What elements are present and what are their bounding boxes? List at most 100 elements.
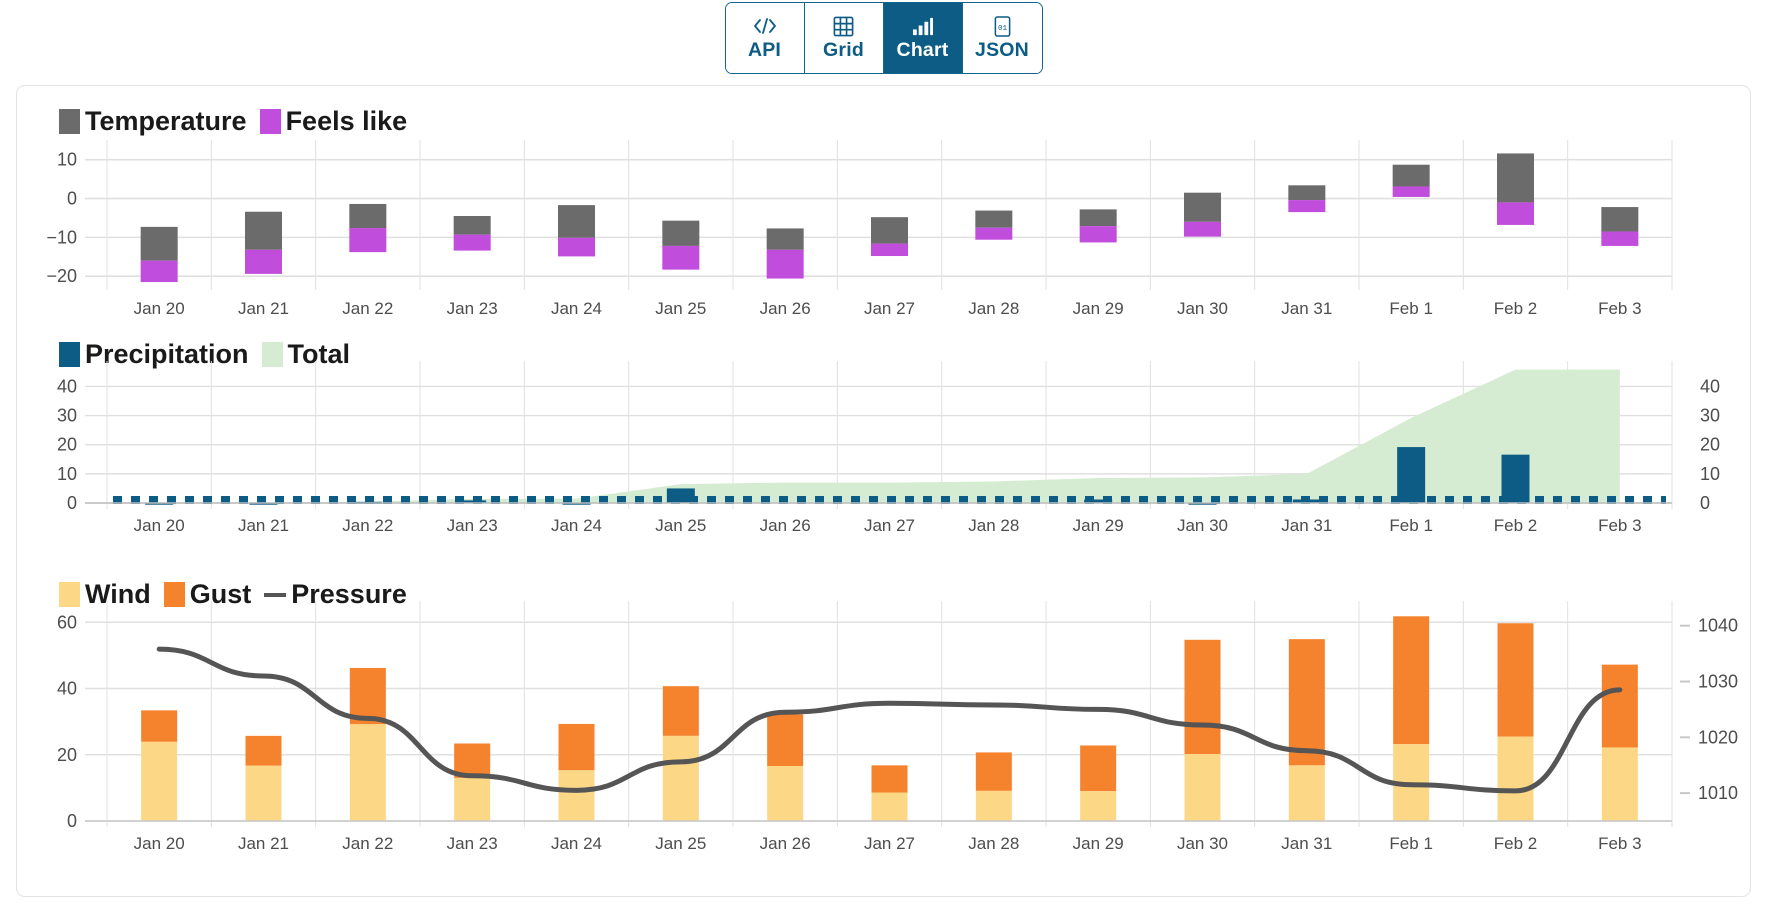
tab-api[interactable]: API: [725, 3, 805, 73]
x-axis-tick-label: Jan 31: [1281, 299, 1332, 318]
gust-bar[interactable]: [1288, 639, 1325, 766]
gust-bar[interactable]: [245, 735, 282, 766]
wind-bar[interactable]: [349, 724, 386, 821]
temperature-bar[interactable]: [871, 217, 908, 244]
y-axis-tick-label: 30: [57, 406, 77, 426]
json-file-icon: 01: [993, 15, 1012, 37]
feels-like-bar[interactable]: [1184, 221, 1221, 237]
x-axis-tick-label: Feb 2: [1494, 299, 1537, 318]
x-axis-tick-label: Jan 31: [1281, 834, 1332, 853]
tab-json[interactable]: 01 JSON: [962, 3, 1042, 73]
gust-bar[interactable]: [767, 714, 804, 767]
wind-bar[interactable]: [141, 741, 178, 821]
precipitation-chart-plot: 40 40 30 30 20 20 10 10 0 0 Jan 20 Jan 21 Jan 22 Jan …: [57, 361, 1720, 535]
x-axis-tick-label: Jan 24: [551, 299, 602, 318]
temperature-bar[interactable]: [349, 203, 387, 229]
feels-like-bar[interactable]: [1497, 202, 1534, 225]
feels-like-bar[interactable]: [975, 227, 1013, 240]
wind-panel: Wind Gust Pressure 60 40 20 0 1040 1030 1020 10…: [17, 571, 1750, 891]
gust-bar[interactable]: [1080, 745, 1117, 792]
temperature-panel: Temperature Feels like 10 0 −10 −20 Jan 20 Ja…: [17, 96, 1750, 331]
bar-chart-icon: [911, 15, 934, 37]
x-axis-tick-label: Jan 24: [551, 516, 602, 535]
wind-bar[interactable]: [245, 765, 282, 821]
wind-bar[interactable]: [662, 735, 699, 821]
x-axis-tick-label: Jan 23: [447, 299, 498, 318]
temperature-bar[interactable]: [245, 211, 282, 250]
wind-bar[interactable]: [1497, 736, 1534, 821]
tab-chart-label: Chart: [896, 39, 949, 62]
feels-like-bar[interactable]: [140, 260, 178, 283]
temperature-bar[interactable]: [1288, 185, 1326, 201]
gust-bar[interactable]: [1497, 623, 1534, 737]
wind-bar[interactable]: [871, 792, 908, 821]
x-axis-tick-label: Jan 20: [134, 516, 185, 535]
x-axis-tick-label: Feb 1: [1389, 299, 1432, 318]
y2-axis-tick-label: 1020: [1698, 727, 1738, 747]
feels-like-bar[interactable]: [1601, 231, 1639, 246]
x-axis-tick-label: Jan 29: [1073, 516, 1124, 535]
x-axis-tick-label: Jan 31: [1281, 516, 1332, 535]
y-axis-tick-label: 60: [57, 612, 77, 632]
x-axis-tick-label: Jan 26: [760, 516, 811, 535]
gust-bar[interactable]: [662, 686, 699, 736]
temperature-bar[interactable]: [558, 205, 595, 238]
x-axis-tick-label: Jan 20: [134, 834, 185, 853]
wind-bar[interactable]: [1184, 754, 1221, 821]
y-axis-tick-label: 0: [67, 811, 77, 831]
tab-grid[interactable]: Grid: [804, 3, 884, 73]
temperature-bar[interactable]: [1392, 164, 1430, 187]
temperature-bar[interactable]: [975, 210, 1013, 228]
gust-bar[interactable]: [975, 752, 1012, 791]
wind-bar[interactable]: [1601, 747, 1638, 821]
temperature-bar[interactable]: [662, 220, 700, 246]
x-axis-tick-label: Feb 2: [1494, 516, 1537, 535]
feels-like-bar[interactable]: [1392, 186, 1430, 197]
temperature-bar[interactable]: [453, 216, 491, 235]
temperature-bar[interactable]: [1079, 209, 1117, 227]
wind-bar[interactable]: [558, 770, 595, 821]
feels-like-bar[interactable]: [1288, 200, 1326, 213]
gust-bar[interactable]: [558, 723, 595, 771]
wind-bar[interactable]: [1288, 765, 1325, 821]
x-axis-tick-label: Jan 21: [238, 516, 289, 535]
precipitation-bar[interactable]: [1397, 447, 1426, 503]
gust-bar[interactable]: [1601, 664, 1638, 748]
gust-bar[interactable]: [1393, 616, 1430, 745]
x-axis-tick-label: Jan 25: [655, 834, 706, 853]
x-axis-tick-label: Jan 26: [760, 834, 811, 853]
wind-bar[interactable]: [975, 790, 1012, 821]
y-axis-tick-label: 20: [57, 435, 77, 455]
temperature-bar[interactable]: [766, 228, 804, 250]
gust-bar[interactable]: [871, 765, 908, 793]
feels-like-bar[interactable]: [766, 249, 804, 279]
feels-like-bar[interactable]: [871, 243, 908, 257]
x-axis-tick-label: Jan 30: [1177, 516, 1228, 535]
y2-axis-tick-label: 30: [1700, 406, 1720, 426]
precipitation-bar[interactable]: [1501, 454, 1530, 503]
wind-bar[interactable]: [1080, 791, 1117, 821]
gust-bar[interactable]: [141, 710, 178, 742]
x-axis-tick-label: Feb 2: [1494, 834, 1537, 853]
feels-like-bar[interactable]: [558, 237, 595, 257]
temperature-bar[interactable]: [1601, 207, 1639, 232]
y-axis-tick-label: 0: [67, 493, 77, 513]
y-axis-tick-label: 40: [57, 679, 77, 699]
temperature-bar[interactable]: [1184, 192, 1221, 222]
view-mode-tabbar-wrapper: API Grid Chart 01 JSON: [0, 0, 1767, 74]
feels-like-bar[interactable]: [349, 228, 387, 253]
temperature-bar[interactable]: [140, 226, 178, 261]
feels-like-bar[interactable]: [453, 234, 491, 251]
x-axis-tick-label: Jan 21: [238, 299, 289, 318]
feels-like-bar[interactable]: [1079, 226, 1117, 243]
wind-bar[interactable]: [454, 777, 491, 821]
tab-chart[interactable]: Chart: [883, 3, 963, 73]
x-axis-tick-label: Feb 1: [1389, 834, 1432, 853]
feels-like-bar[interactable]: [245, 249, 282, 274]
temperature-bar[interactable]: [1497, 153, 1534, 203]
feels-like-bar[interactable]: [662, 245, 700, 270]
x-axis-tick-label: Jan 28: [968, 516, 1019, 535]
wind-bar[interactable]: [767, 766, 804, 821]
x-axis-tick-label: Jan 27: [864, 516, 915, 535]
gust-bar[interactable]: [1184, 639, 1221, 755]
